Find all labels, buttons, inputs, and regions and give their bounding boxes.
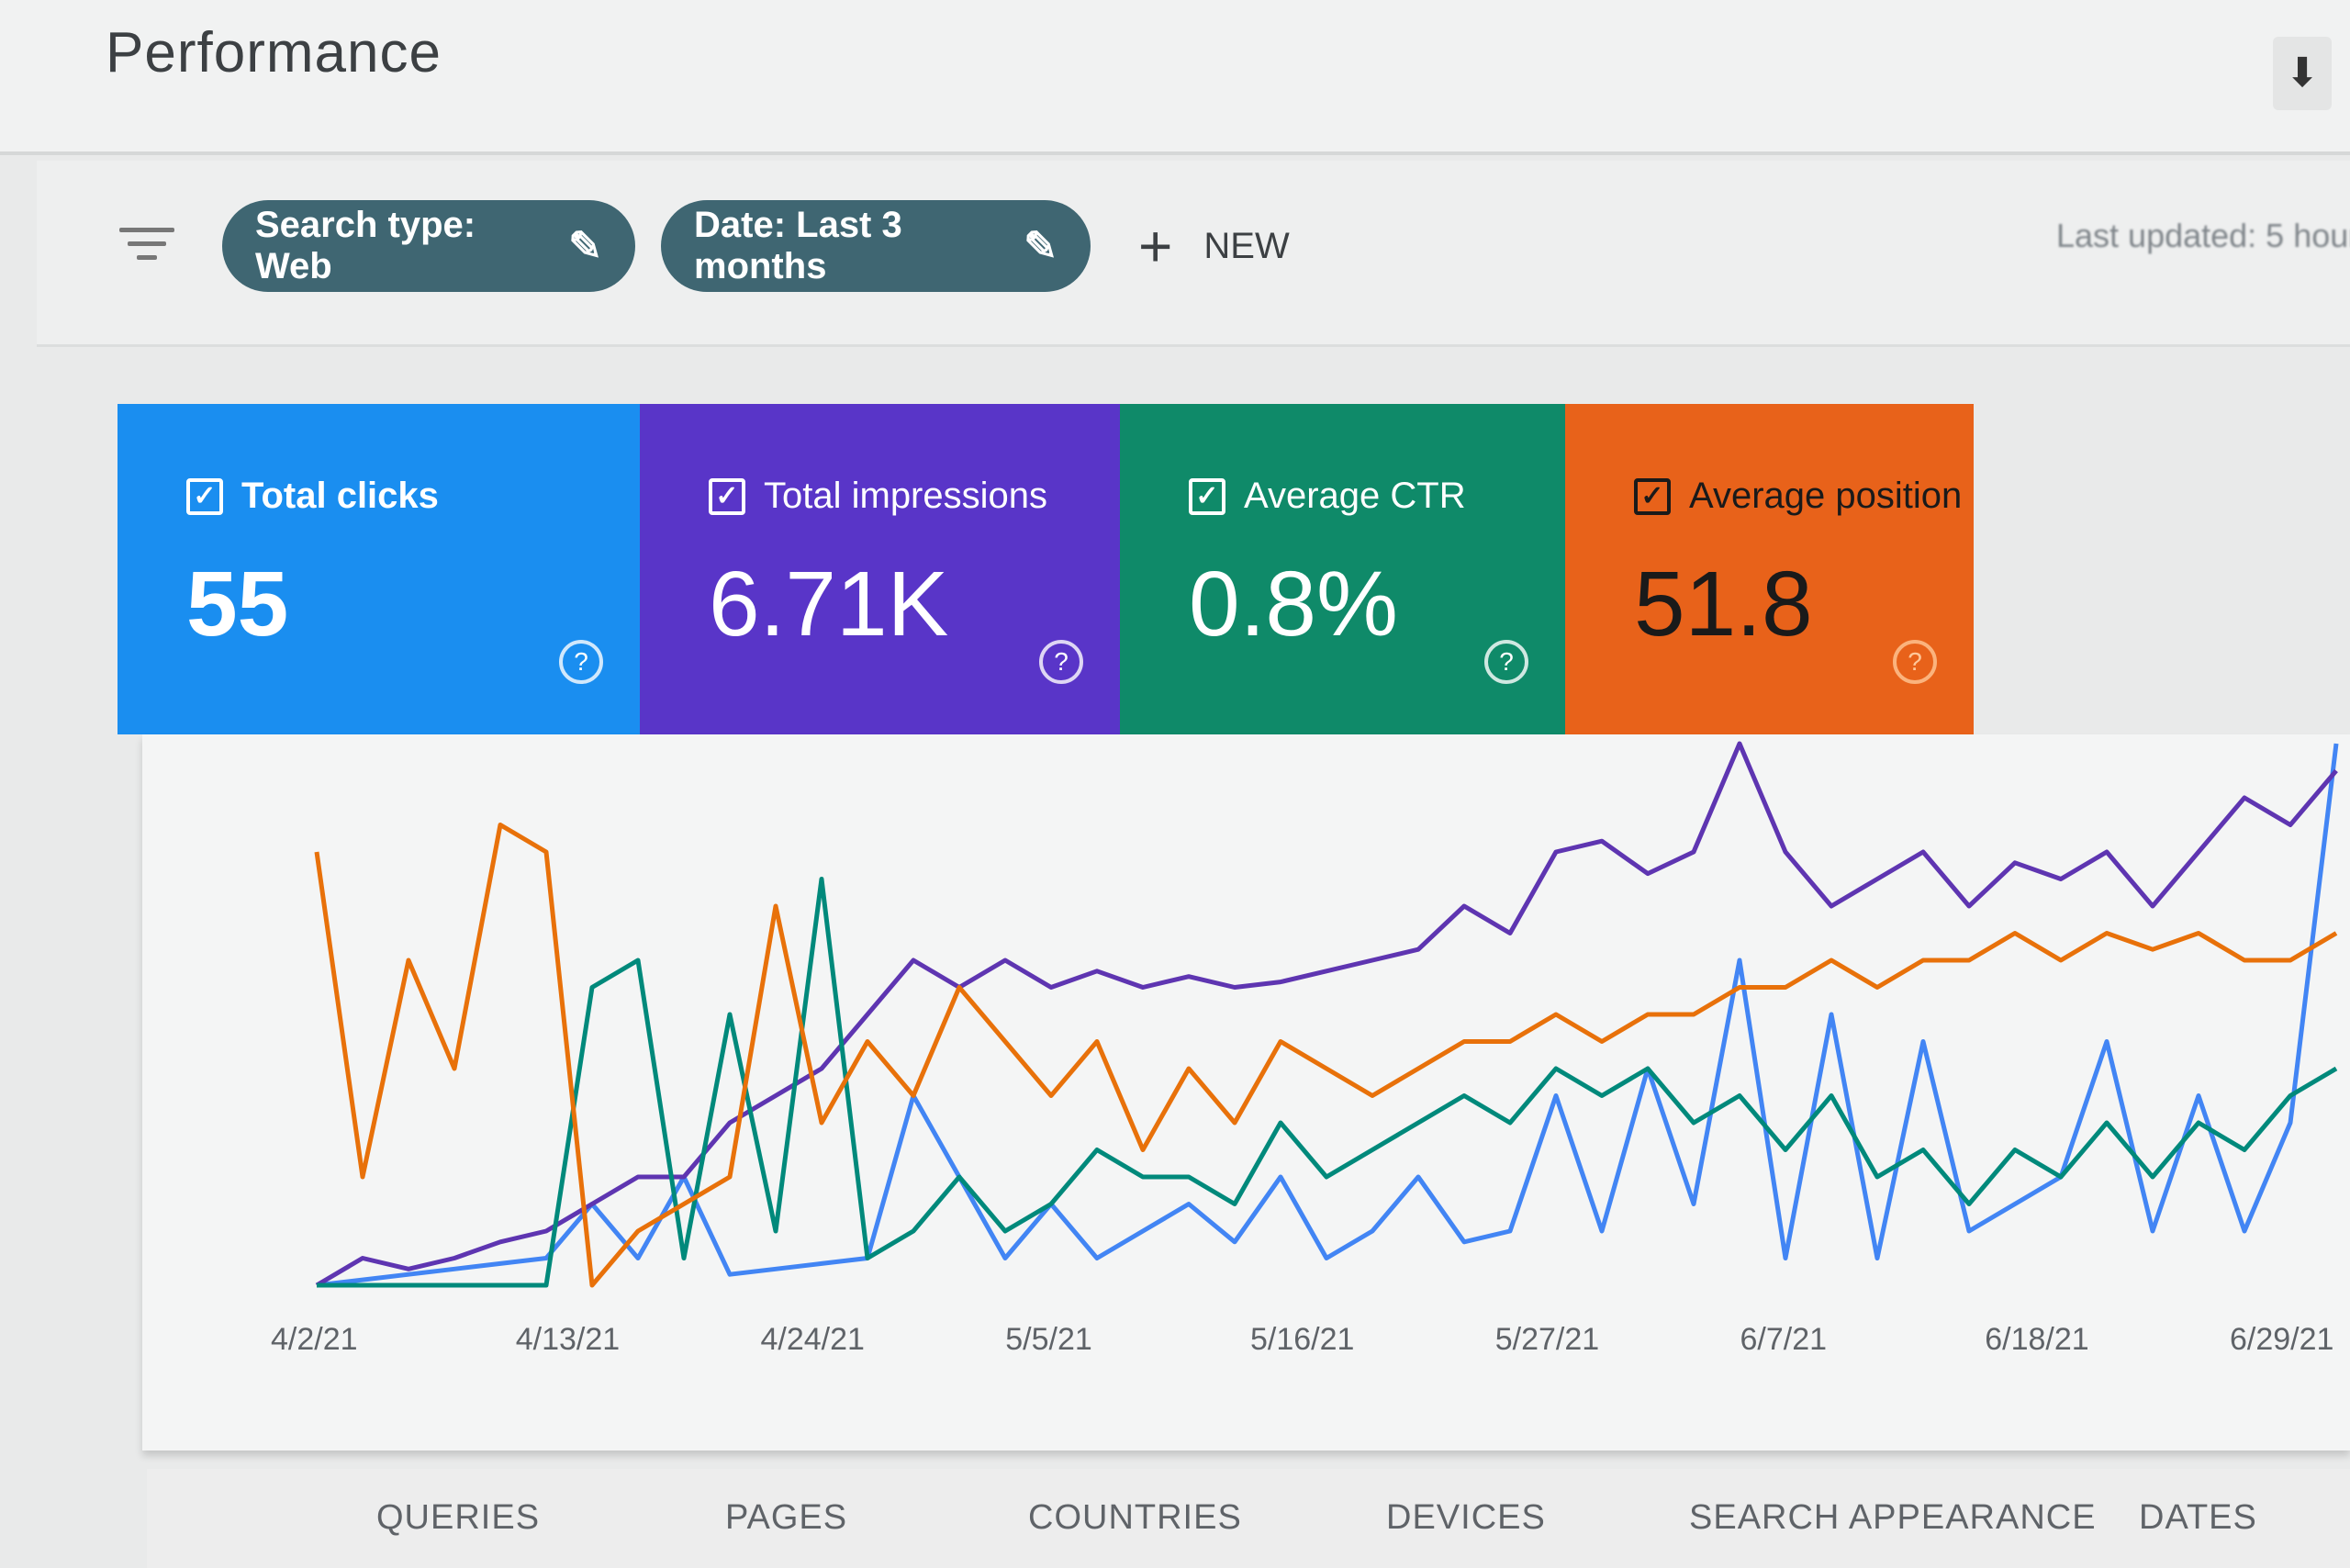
tab-dates[interactable]: DATES [2139, 1498, 2257, 1538]
metric-label: Total clicks [241, 476, 439, 516]
x-tick-label: 6/7/21 [1740, 1322, 1828, 1357]
metric-card-total-impressions[interactable]: ✓ Total impressions 6.71K ? [640, 404, 1120, 734]
x-tick-label: 4/2/21 [271, 1322, 358, 1357]
filter-icon[interactable] [119, 228, 174, 269]
header-bar: Performance ⬇ [0, 0, 2350, 155]
series-line-total-impressions [315, 741, 2338, 1288]
x-tick-label: 5/27/21 [1494, 1322, 1600, 1357]
help-icon[interactable]: ? [1484, 640, 1528, 684]
date-range-chip[interactable]: Date: Last 3 months ✎ [661, 200, 1091, 292]
x-tick-label: 4/24/21 [760, 1322, 865, 1357]
last-updated-text: Last updated: 5 hours [2056, 217, 2350, 254]
new-filter-button[interactable]: + NEW [1138, 209, 1290, 283]
help-icon[interactable]: ? [1039, 640, 1083, 684]
series-line-total-clicks [316, 743, 2339, 1288]
help-icon[interactable]: ? [1893, 640, 1937, 684]
chip-label: Search type: Web [255, 205, 476, 286]
plus-icon: + [1138, 213, 1173, 279]
tab-queries[interactable]: QUERIES [376, 1498, 540, 1538]
x-tick-label: 4/13/21 [515, 1322, 621, 1357]
metric-card-average-position[interactable]: ✓ Average position 51.8 ? [1565, 404, 1974, 734]
pencil-icon: ✎ [568, 223, 602, 269]
dimension-tabs: QUERIES PAGES COUNTRIES DEVICES SEARCH A… [147, 1469, 2350, 1568]
metric-label: Total impressions [764, 476, 1048, 516]
help-icon[interactable]: ? [559, 640, 603, 684]
x-tick-label: 5/16/21 [1250, 1322, 1355, 1357]
x-tick-label: 5/5/21 [1005, 1322, 1092, 1357]
tab-devices[interactable]: DEVICES [1386, 1498, 1546, 1538]
checkbox-icon[interactable]: ✓ [186, 477, 223, 515]
pencil-icon: ✎ [1024, 223, 1058, 269]
page-title: Performance [106, 21, 442, 84]
metric-label: Average CTR [1244, 476, 1466, 516]
chip-label: Date: Last 3 months [694, 205, 902, 286]
series-line-average-position [314, 823, 2338, 1288]
x-tick-label: 6/29/21 [2230, 1322, 2334, 1357]
download-icon[interactable]: ⬇ [2273, 37, 2332, 110]
tab-search-appearance[interactable]: SEARCH APPEARANCE [1689, 1498, 2097, 1538]
checkbox-icon[interactable]: ✓ [1634, 477, 1671, 515]
search-type-chip[interactable]: Search type: Web ✎ [222, 200, 635, 292]
x-tick-label: 6/18/21 [1985, 1322, 2089, 1357]
checkbox-icon[interactable]: ✓ [709, 477, 745, 515]
performance-chart: 4/2/21 4/13/21 4/24/21 5/5/21 5/16/21 5/27/21… [142, 734, 2350, 1450]
metric-card-total-clicks[interactable]: ✓ Total clicks 55 ? [118, 404, 640, 734]
tab-pages[interactable]: PAGES [725, 1498, 847, 1538]
tab-countries[interactable]: COUNTRIES [1028, 1498, 1242, 1538]
metric-cards: ✓ Total clicks 55 ? ✓ Total impressions 6.… [118, 404, 1974, 734]
metric-label: Average position [1689, 476, 1963, 516]
series-line-average-ctr [317, 877, 2338, 1288]
new-label: NEW [1203, 225, 1290, 266]
metric-card-average-ctr[interactable]: ✓ Average CTR 0.8% ? [1120, 404, 1565, 734]
checkbox-icon[interactable]: ✓ [1189, 477, 1225, 515]
